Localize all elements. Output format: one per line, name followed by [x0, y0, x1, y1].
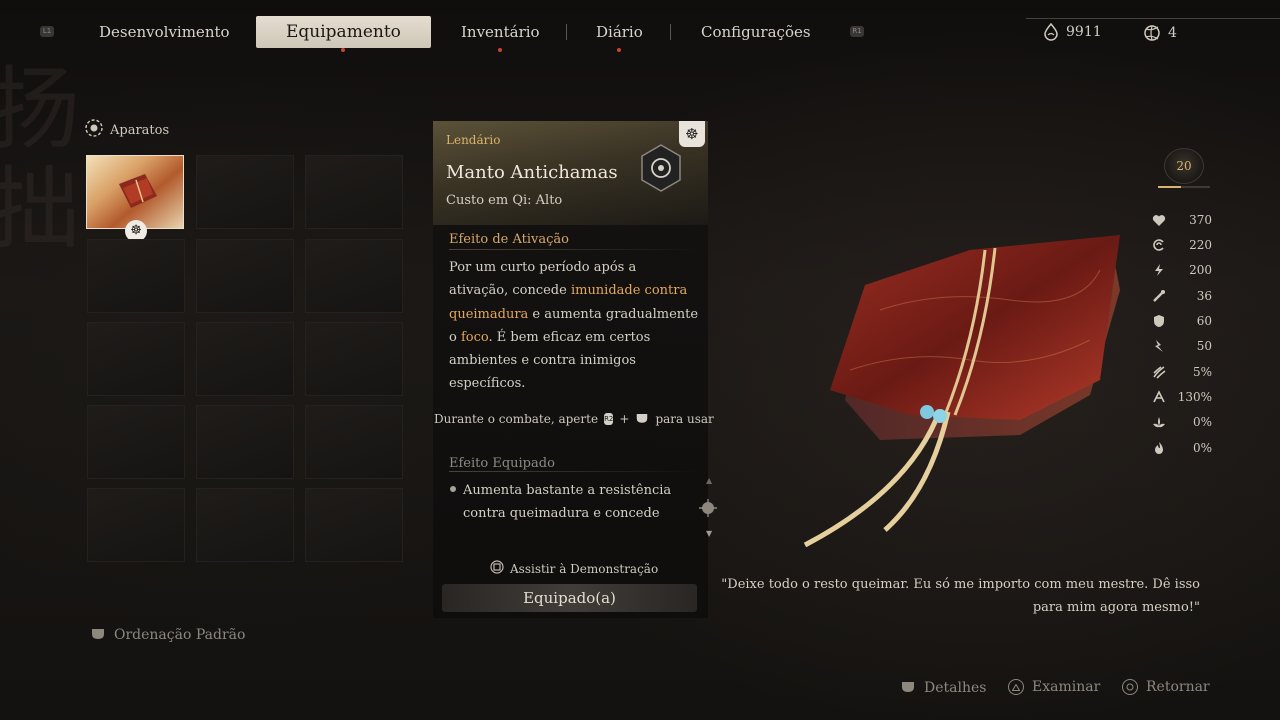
section-header-aparatos: Aparatos	[84, 118, 169, 142]
combat-usage-hint: Durante o combate, aperte R2 + para usar	[434, 411, 714, 427]
details-prompt[interactable]: Detalhes	[900, 679, 986, 697]
circle-button-icon	[1122, 679, 1138, 695]
stat-attack: 36	[1152, 287, 1212, 305]
will-droplet-icon	[1042, 23, 1060, 41]
tab-diario[interactable]: Diário	[596, 16, 643, 52]
tab-inventario[interactable]: Inventário	[461, 16, 540, 52]
r2-button-icon: R2	[604, 413, 614, 425]
top-navigation: L1 Desenvolvimento Equipamento Inventári…	[0, 0, 1280, 56]
equipped-effect-title: Efeito Equipado	[449, 456, 555, 471]
heart-icon	[1152, 214, 1166, 227]
stat-stamina: 200	[1152, 261, 1212, 279]
scroll-up-icon[interactable]: ▲	[706, 476, 712, 485]
mana-swirl-icon	[1152, 238, 1166, 252]
stat-lotus: 0%	[1152, 413, 1212, 431]
apparatus-slot[interactable]	[196, 322, 294, 396]
scroll-down-icon[interactable]: ▼	[706, 529, 712, 538]
qi-cost: Custo em Qi: Alto	[446, 193, 563, 208]
lotus-icon	[1152, 415, 1166, 429]
apparatus-slot[interactable]	[87, 322, 185, 396]
tab-equipamento[interactable]: Equipamento	[256, 16, 431, 52]
divider	[449, 471, 699, 472]
apparatus-slot[interactable]	[196, 155, 294, 229]
item-detail-card: Lendário Manto Antichamas Custo em Qi: A…	[433, 121, 717, 618]
stat-fire-resist: 0%	[1152, 439, 1212, 457]
stamina-bolt-icon	[1152, 263, 1166, 277]
notification-dot	[498, 48, 503, 52]
divider	[449, 249, 699, 250]
background-calligraphy: 扬拙	[0, 57, 80, 262]
apparatus-slot[interactable]	[196, 405, 294, 479]
apparatus-slot[interactable]	[305, 239, 403, 313]
l1-button-hint: L1	[40, 26, 54, 37]
fire-cloak-3d-model	[790, 230, 1140, 564]
currency-display: 9911 4	[1026, 18, 1280, 47]
shield-defense-icon	[1152, 314, 1166, 328]
crit-claw-icon	[1152, 365, 1166, 379]
tab-divider	[566, 24, 567, 40]
level-value: 20	[1164, 148, 1204, 184]
stat-defense: 60	[1152, 312, 1212, 330]
activation-effect-text: Por um curto período após a ativação, co…	[449, 260, 699, 392]
apparatus-slot[interactable]	[87, 239, 185, 313]
right-stick-icon	[699, 499, 717, 521]
stat-health: 370	[1152, 211, 1212, 229]
apparatus-slot[interactable]	[305, 488, 403, 562]
stat-mana: 220	[1152, 236, 1212, 254]
level-progress-fill	[1158, 186, 1182, 188]
stat-crit-chance: 5%	[1152, 363, 1212, 381]
fire-cloak-thumbnail	[119, 174, 157, 208]
vessel-gear-icon	[84, 118, 104, 142]
sort-hint[interactable]: Ordenação Padrão	[90, 626, 245, 644]
equipped-button[interactable]: Equipado(a)	[442, 584, 697, 612]
examine-prompt[interactable]: Examinar	[1008, 679, 1100, 695]
apparatus-slot[interactable]	[305, 322, 403, 396]
spark-currency: 4	[1142, 23, 1177, 43]
activation-effect-title: Efeito de Ativação	[449, 232, 569, 247]
watch-demo-hint[interactable]: Assistir à Demonstração	[490, 560, 658, 577]
character-level: 20	[1158, 148, 1210, 188]
square-button-icon	[490, 560, 504, 577]
apparatus-slot[interactable]	[305, 155, 403, 229]
apparatus-slot[interactable]	[305, 405, 403, 479]
apparatus-slot-selected[interactable]: ☸	[86, 155, 184, 242]
bullet-icon	[450, 486, 456, 492]
tab-divider	[670, 24, 671, 40]
notification-dot	[341, 48, 346, 52]
staff-attack-icon	[1152, 289, 1166, 303]
stat-crit-damage: 130%	[1152, 388, 1212, 406]
return-prompt[interactable]: Retornar	[1122, 679, 1210, 695]
stat-lightning: 50	[1152, 337, 1212, 355]
lightning-icon	[1152, 339, 1166, 353]
apparatus-slot[interactable]	[196, 239, 294, 313]
item-lore-quote: "Deixe todo o resto queimar. Eu só me im…	[721, 577, 1200, 615]
notification-dot	[617, 48, 622, 52]
touchpad-icon	[90, 626, 106, 644]
apparatus-slot[interactable]	[196, 488, 294, 562]
equipped-effect-text: Aumenta bastante a resistência contra qu…	[463, 483, 672, 521]
tab-configuracoes[interactable]: Configurações	[701, 16, 811, 48]
apparatus-slot[interactable]	[87, 488, 185, 562]
tab-desenvolvimento[interactable]: Desenvolvimento	[99, 16, 230, 48]
will-currency: 9911	[1042, 23, 1102, 41]
spark-swirl-icon	[1142, 23, 1162, 43]
item-rarity: Lendário	[446, 133, 501, 147]
touchpad-icon	[900, 679, 916, 697]
apparatus-slot[interactable]	[87, 405, 185, 479]
triangle-button-icon	[1008, 679, 1024, 695]
quick-slot-badge-icon: ☸	[679, 121, 705, 147]
touchpad-icon	[635, 411, 649, 427]
flame-resist-icon	[1152, 441, 1166, 455]
item-name: Manto Antichamas	[446, 162, 618, 183]
crit-damage-icon	[1152, 390, 1166, 404]
r1-button-hint: R1	[850, 26, 864, 37]
item-type-hex-icon	[639, 143, 683, 197]
